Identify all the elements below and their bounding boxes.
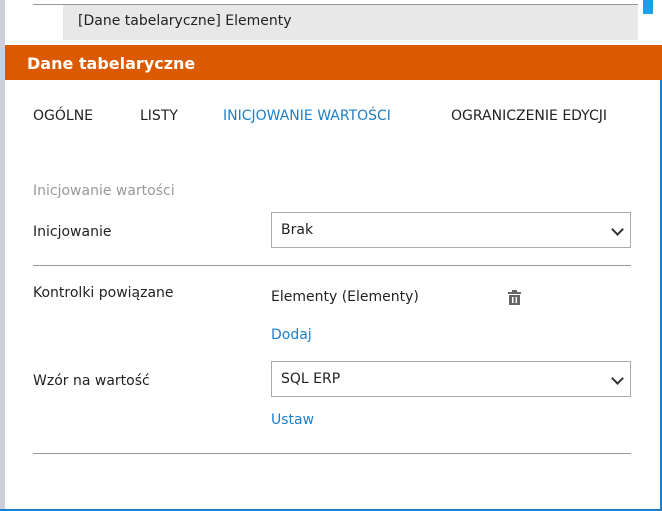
tab-value-init[interactable]: INICJOWANIE WARTOŚCI — [223, 108, 391, 124]
trash-icon[interactable] — [508, 290, 521, 305]
divider — [33, 453, 631, 454]
divider — [33, 265, 631, 266]
tab-general[interactable]: OGÓLNE — [33, 108, 93, 124]
scrollbar-thumb[interactable] — [643, 0, 653, 14]
pattern-label: Wzór na wartość — [33, 373, 150, 389]
breadcrumb[interactable]: [Dane tabelaryczne] Elementy — [63, 5, 638, 40]
tab-edit-restriction[interactable]: OGRANICZENIE EDYCJI — [451, 108, 607, 124]
init-label: Inicjowanie — [33, 224, 112, 240]
init-select-value: Brak — [281, 222, 314, 238]
set-link[interactable]: Ustaw — [271, 412, 314, 428]
tab-lists[interactable]: LISTY — [140, 108, 178, 124]
related-control-item: Elementy (Elementy) — [271, 289, 419, 305]
pattern-select[interactable]: SQL ERP — [271, 361, 631, 397]
section-title: Inicjowanie wartości — [33, 183, 175, 199]
add-link[interactable]: Dodaj — [271, 327, 312, 343]
panel-title: Dane tabelaryczne — [5, 45, 662, 80]
chevron-down-icon — [611, 223, 624, 236]
chevron-down-icon — [611, 372, 624, 385]
init-select[interactable]: Brak — [271, 212, 631, 248]
related-controls-label: Kontrolki powiązane — [33, 285, 174, 301]
pattern-select-value: SQL ERP — [281, 371, 341, 387]
